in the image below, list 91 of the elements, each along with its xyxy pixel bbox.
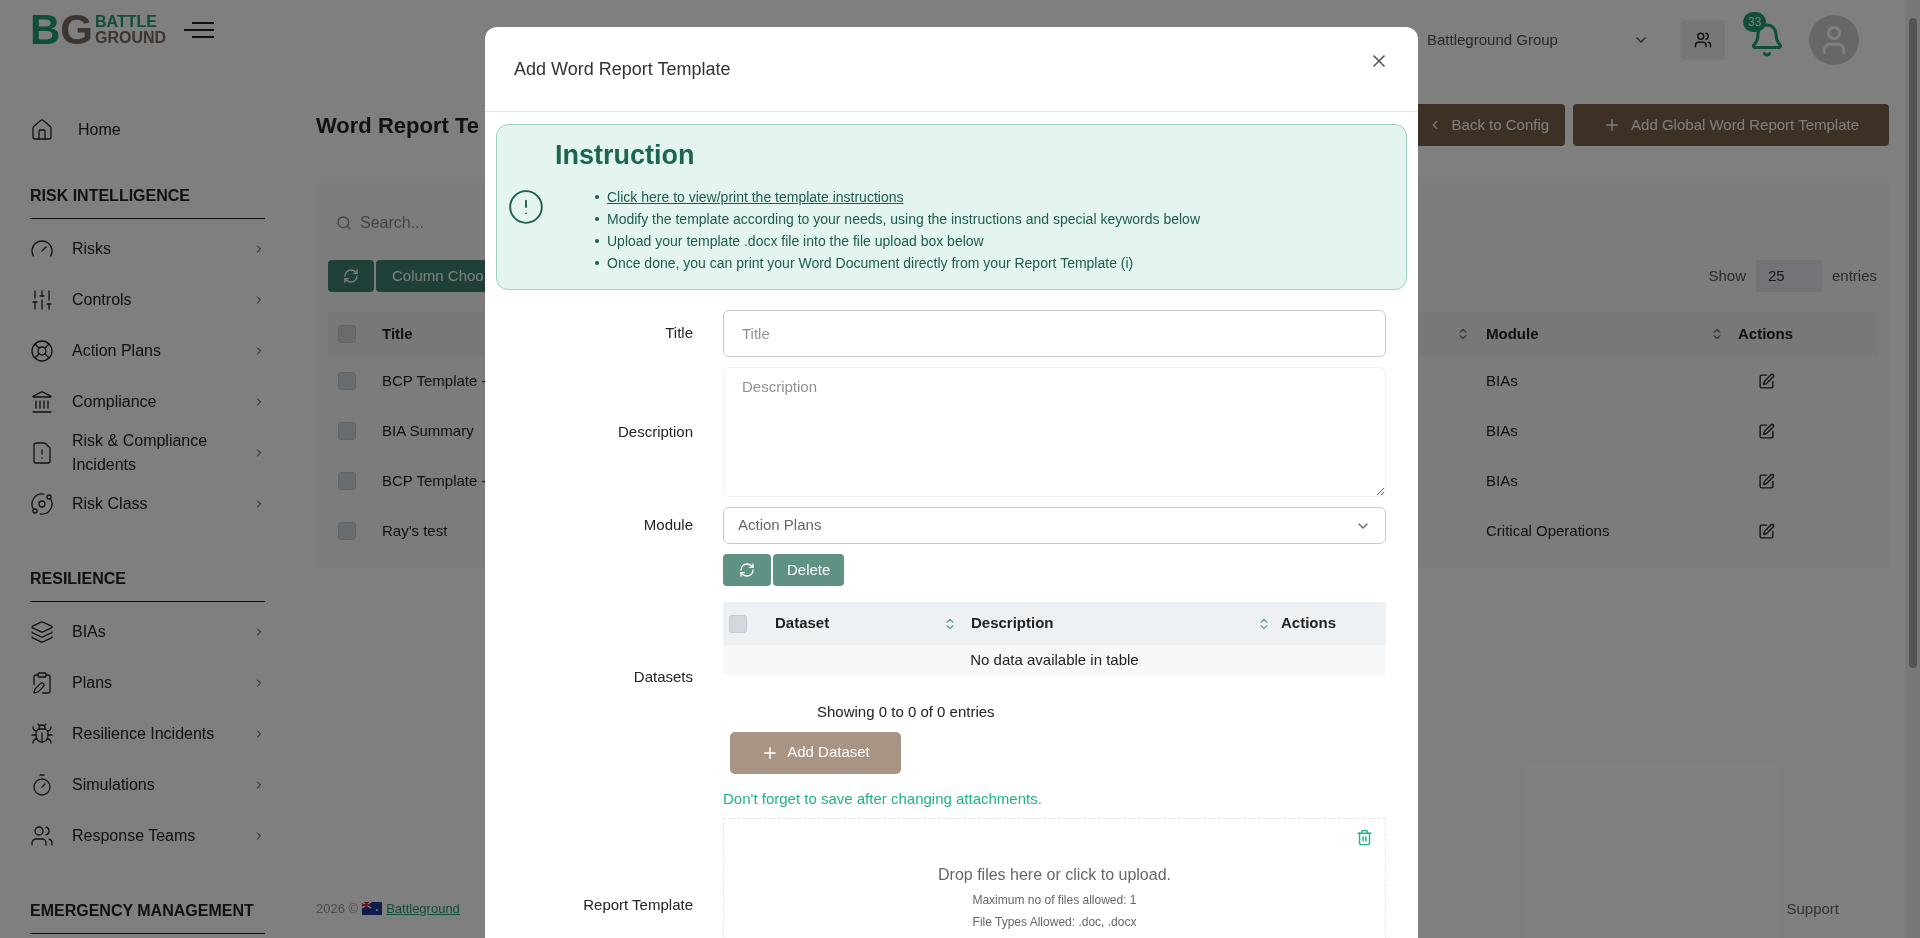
lifebuoy-icon [30,338,54,363]
notification-badge: 33 [1743,12,1767,32]
sidebar-section-heading: RISK INTELLIGENCE [30,184,265,219]
field-label: Datasets [632,667,693,687]
edit-icon[interactable] [1758,472,1775,490]
column-header[interactable]: Dataset [747,612,943,635]
orbit-icon [30,491,54,516]
sidebar-home-item[interactable]: Home [30,114,250,146]
sidebar-item[interactable]: Risks [30,223,265,274]
instruction-heading: Instruction [555,139,696,172]
sidebar-item[interactable]: BIAs [30,606,265,657]
add-dataset-button[interactable]: Add Dataset [730,731,901,774]
table-cell: BIA Summary [382,421,474,439]
sidebar-item[interactable]: Response Teams [30,810,265,861]
edit-icon[interactable] [1758,372,1775,390]
table-info: Showing 0 to 0 of 0 entries [817,702,996,722]
sidebar-item[interactable]: Risk & Compliance Incidents [30,427,265,478]
page-size-select[interactable]: 25 [1755,260,1822,292]
sidebar-item[interactable]: Risk Class [30,478,265,529]
menu-icon[interactable] [184,22,215,39]
table-cell: Critical Operations [1486,521,1610,539]
page-title: Word Report Te [316,111,479,140]
checkbox[interactable] [729,614,747,633]
sidebar-item[interactable]: Simulations [30,759,265,810]
module-select[interactable]: Action Plans [723,507,1386,544]
checkbox[interactable] [338,422,356,440]
sidebar-item[interactable]: Action Plans [30,325,265,376]
table-cell: BCP Template - [382,471,487,489]
layers-icon [30,619,54,644]
bug-icon [30,721,54,746]
title-field[interactable]: Title [723,310,1386,357]
field-label: Description [616,421,693,442]
show-label: Show [1708,265,1746,286]
table-cell: BIAs [1486,421,1518,439]
refresh-icon [343,268,359,284]
file-dropzone[interactable]: Drop files here or click to upload. Maximum no of files allowed: 1 File Types Allowed: .doc, .docx [723,818,1386,938]
flag-icon [362,902,383,916]
search-icon [336,215,352,231]
edit-icon[interactable] [1758,522,1775,540]
home-icon [30,118,54,143]
table-cell: BIAs [1486,371,1518,389]
table-cell: Ray's test [382,521,448,539]
people-icon[interactable] [1681,20,1725,60]
column-header: Actions [1737,323,1793,344]
alert-icon [507,188,545,226]
company-link[interactable]: Battleground [386,899,460,919]
sidebar-item[interactable]: Plans [30,657,265,708]
trash-icon[interactable] [1356,829,1373,846]
refresh-button[interactable] [328,260,374,292]
field-label: Module [642,515,693,536]
checkbox[interactable] [338,522,356,540]
organization-select[interactable]: Battleground Group [1407,21,1657,59]
description-field[interactable]: Description [723,367,1386,497]
sidebar-section-heading: EMERGENCY MANAGEMENT [30,899,265,934]
scrollbar[interactable] [1905,0,1920,938]
save-reminder: Don't forget to save after changing attachments. [723,788,1043,809]
column-header: Actions [1280,613,1336,634]
instruction-text: Modify the template according to your needs, using the instructions and special keywords below [607,209,1200,229]
sidebar-item[interactable]: Resilience Incidents [30,708,265,759]
clipboard-icon [30,670,54,695]
support-link[interactable]: Support [1786,897,1839,920]
dropzone-hint: Maximum no of files allowed: 1 [972,892,1137,909]
edit-icon[interactable] [1758,422,1775,440]
people-icon [30,823,54,848]
add-global-template-button[interactable]: Add Global Word Report Template [1573,104,1889,146]
sidebar-item[interactable]: Compliance [30,376,265,427]
modal-title: Add Word Report Template [514,57,731,81]
empty-table-message: No data available in table [723,645,1386,675]
avatar[interactable] [1809,15,1859,65]
field-label: Title [664,323,693,344]
column-header[interactable]: Module [1470,322,1710,346]
table-cell: BIAs [1486,471,1518,489]
refresh-button[interactable] [723,554,771,586]
refresh-icon [739,562,755,578]
bank-icon [30,389,54,414]
entries-label: entries [1831,265,1877,286]
instructions-link[interactable]: Click here to view/print the template instructions [607,185,904,208]
field-label: Report Template [582,895,693,915]
sidebar-section-heading: RESILIENCE [30,567,265,602]
column-header[interactable]: Description [957,612,1257,635]
checkbox[interactable] [338,472,356,490]
instruction-text: Once done, you can print your Word Document directly from your Report Template (i) [607,253,1134,273]
table-cell: BCP Template - [382,371,487,389]
dropzone-hint: File Types Allowed: .doc, .docx [972,914,1137,931]
instruction-text: Upload your template .docx file into the file upload box below [607,231,984,251]
sidebar-item[interactable]: Controls [30,274,265,325]
timer-icon [30,772,54,797]
dropzone-text: Drop files here or click to upload. [938,865,1171,885]
checkbox[interactable] [338,372,356,390]
delete-button[interactable]: Delete [773,554,845,586]
document-warning-icon [30,440,54,465]
